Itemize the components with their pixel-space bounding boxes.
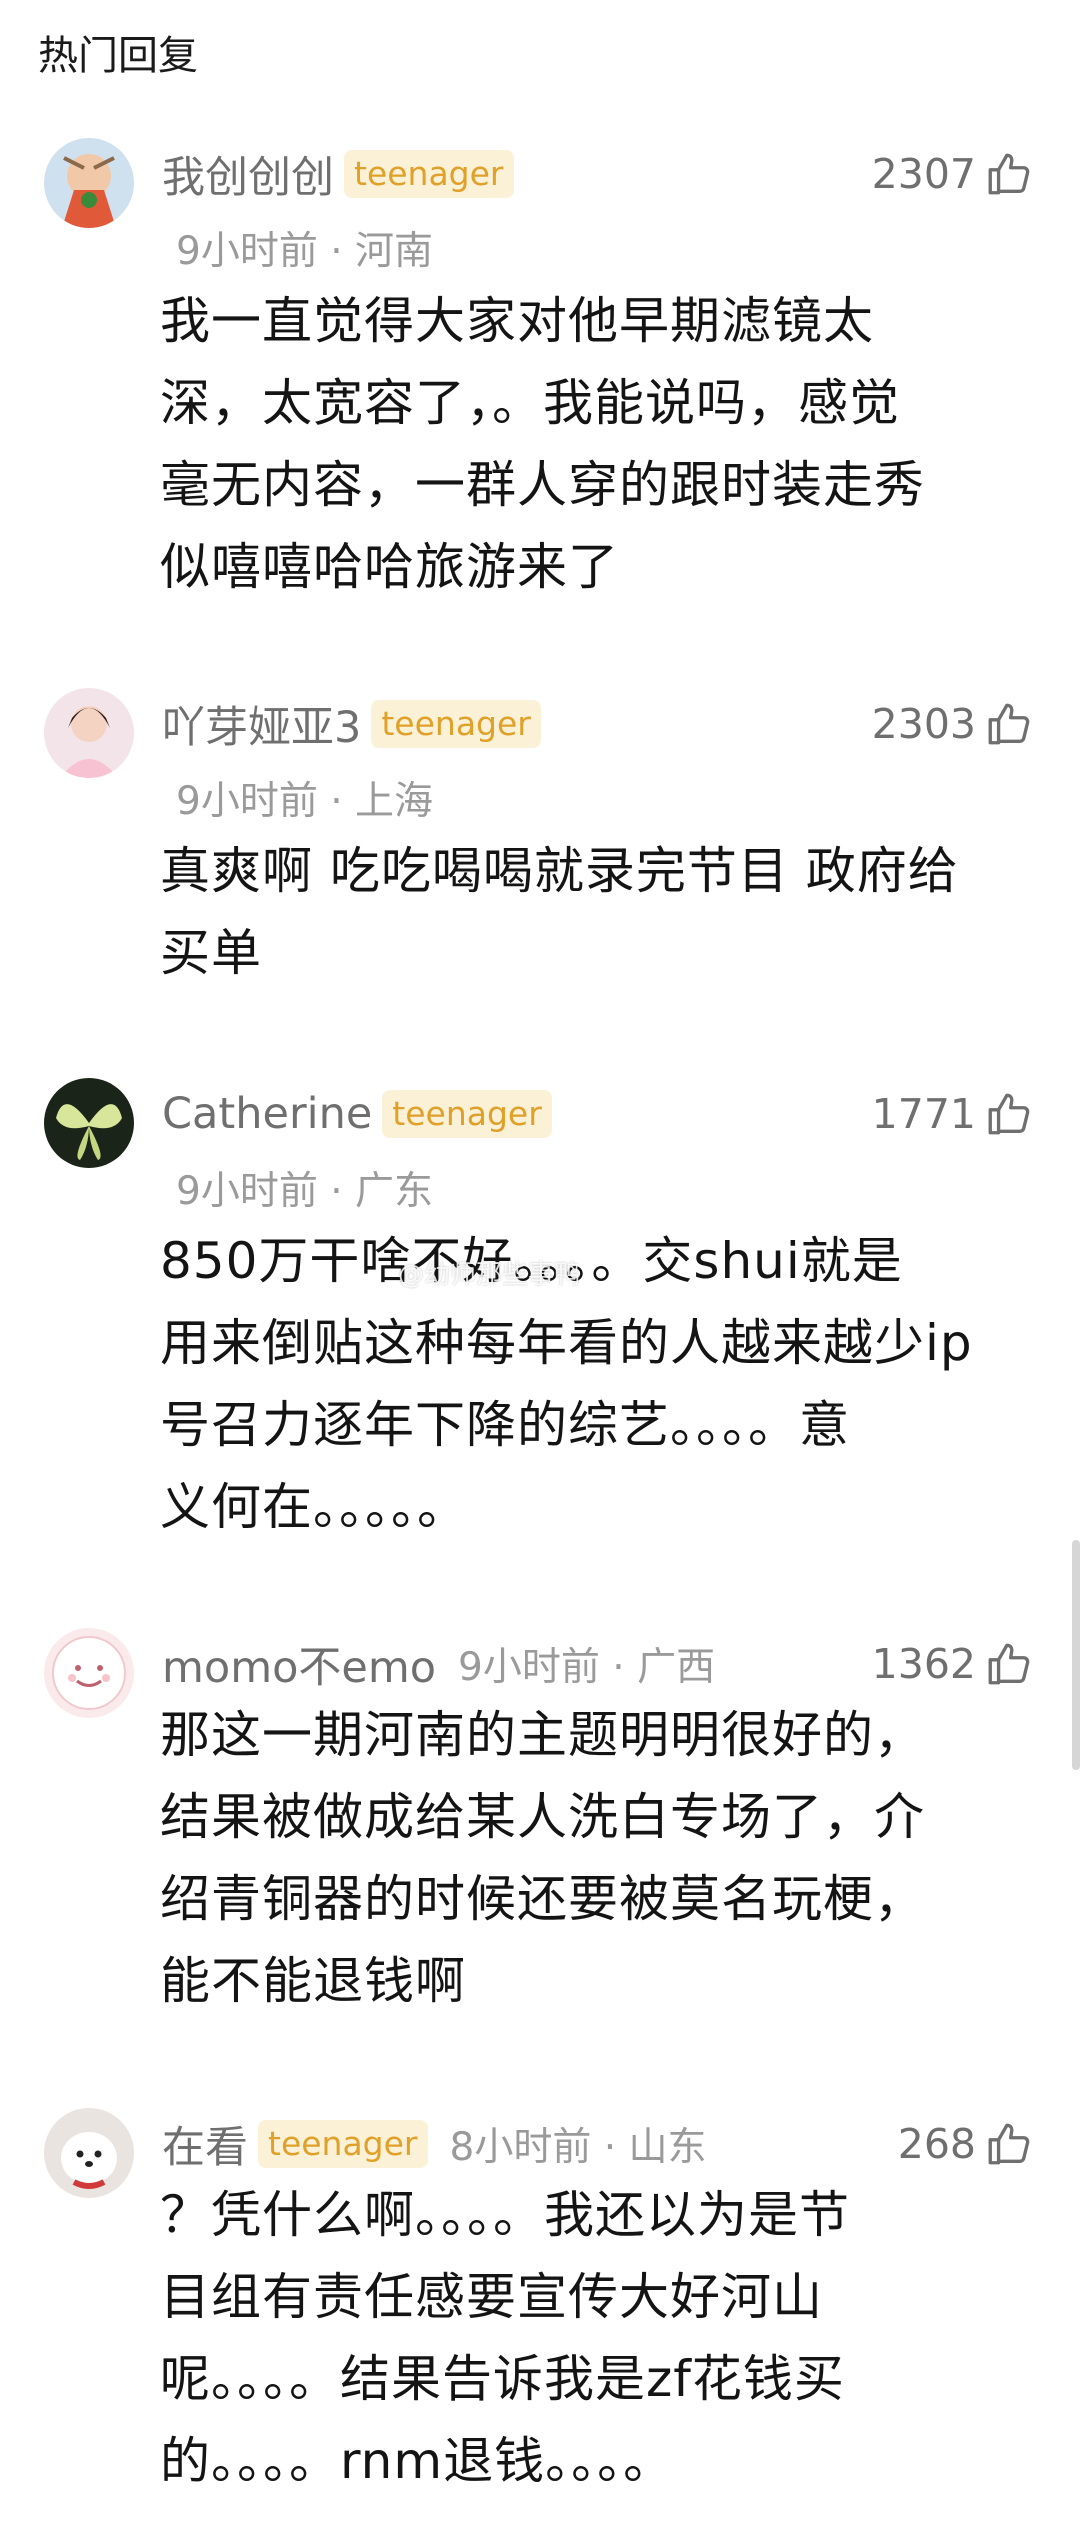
comment-meta: 9小时前 · 上海 — [176, 779, 434, 824]
comment-text: 我一直觉得大家对他早期滤镜太 深，太宽容了，。我能说吗，感觉 毫无内容，一群人穿… — [160, 292, 925, 596]
scrollbar[interactable] — [1072, 1540, 1080, 1770]
username[interactable]: momo不emo — [162, 1633, 436, 1695]
comment-meta: 9小时前 · 广西 — [458, 1645, 716, 1690]
comment-header: momo不emo 9小时前 · 广西 — [162, 1634, 715, 1694]
teenager-badge: teenager — [371, 700, 541, 748]
teenager-badge: teenager — [344, 150, 514, 198]
thumbs-up-icon[interactable] — [984, 1639, 1034, 1689]
location: 山东 — [628, 2125, 707, 2170]
like-count: 2307 — [871, 150, 976, 198]
like-button[interactable]: 268 — [898, 2114, 1034, 2174]
comment-header: 吖芽娅亚3 teenager — [162, 694, 541, 754]
comment-header: 我创创创 teenager — [162, 144, 514, 204]
like-count: 1771 — [871, 1090, 976, 1138]
thumbs-up-icon[interactable] — [984, 699, 1034, 749]
avatar[interactable] — [44, 1078, 134, 1168]
avatar[interactable] — [44, 138, 134, 228]
like-button[interactable]: 2303 — [872, 694, 1034, 754]
timestamp: 9小时前 — [176, 1169, 318, 1214]
username[interactable]: 在看 — [162, 2113, 248, 2175]
thumbs-up-icon[interactable] — [984, 1089, 1034, 1139]
comment-text: ？凭什么啊。。。。我还以为是节 目组有责任感要宣传大好河山 呢。。。。结果告诉我… — [160, 2186, 850, 2490]
username[interactable]: Catherine — [162, 1089, 372, 1139]
comment-meta: 8小时前 · 山东 — [449, 2125, 707, 2170]
section-title: 热门回复 — [38, 33, 198, 79]
username[interactable]: 吖芽娅亚3 — [162, 693, 361, 755]
comment-text: 那这一期河南的主题明明很好的， 结果被做成给某人洗白专场了，介 绍青铜器的时候还… — [160, 1706, 925, 2010]
watermark: @幼师那些事鸭 — [398, 1260, 581, 1290]
timestamp: 9小时前 — [176, 779, 318, 824]
username[interactable]: 我创创创 — [162, 143, 334, 205]
like-button[interactable]: 2307 — [872, 144, 1034, 204]
timestamp: 9小时前 — [176, 229, 318, 274]
like-button[interactable]: 1771 — [872, 1084, 1034, 1144]
like-count: 2303 — [871, 700, 976, 748]
location: 广西 — [637, 1645, 716, 1690]
timestamp: 8小时前 — [449, 2125, 592, 2170]
comment-header: Catherine teenager — [162, 1084, 552, 1144]
avatar[interactable] — [44, 2108, 134, 2198]
location: 广东 — [355, 1169, 434, 1214]
location: 河南 — [355, 229, 434, 274]
avatar[interactable] — [44, 688, 134, 778]
comment-text: 850万干啥不好。。。。交shui就是 用来倒贴这种每年看的人越来越少ip 号召… — [160, 1232, 973, 1536]
comment-header: 在看 teenager 8小时前 · 山东 — [162, 2114, 707, 2174]
like-count: 1362 — [871, 1640, 976, 1688]
teenager-badge: teenager — [382, 1090, 552, 1138]
like-count: 268 — [897, 2120, 976, 2168]
thumbs-up-icon[interactable] — [984, 2119, 1034, 2169]
teenager-badge: teenager — [258, 2120, 428, 2168]
thumbs-up-icon[interactable] — [984, 149, 1034, 199]
comment-text: 真爽啊 吃吃喝喝就录完节目 政府给 买单 — [160, 842, 959, 982]
like-button[interactable]: 1362 — [872, 1634, 1034, 1694]
comment-meta: 9小时前 · 广东 — [176, 1169, 434, 1214]
location: 上海 — [355, 779, 434, 824]
comment-meta: 9小时前 · 河南 — [176, 229, 434, 274]
timestamp: 9小时前 — [458, 1645, 600, 1690]
avatar[interactable] — [44, 1628, 134, 1718]
